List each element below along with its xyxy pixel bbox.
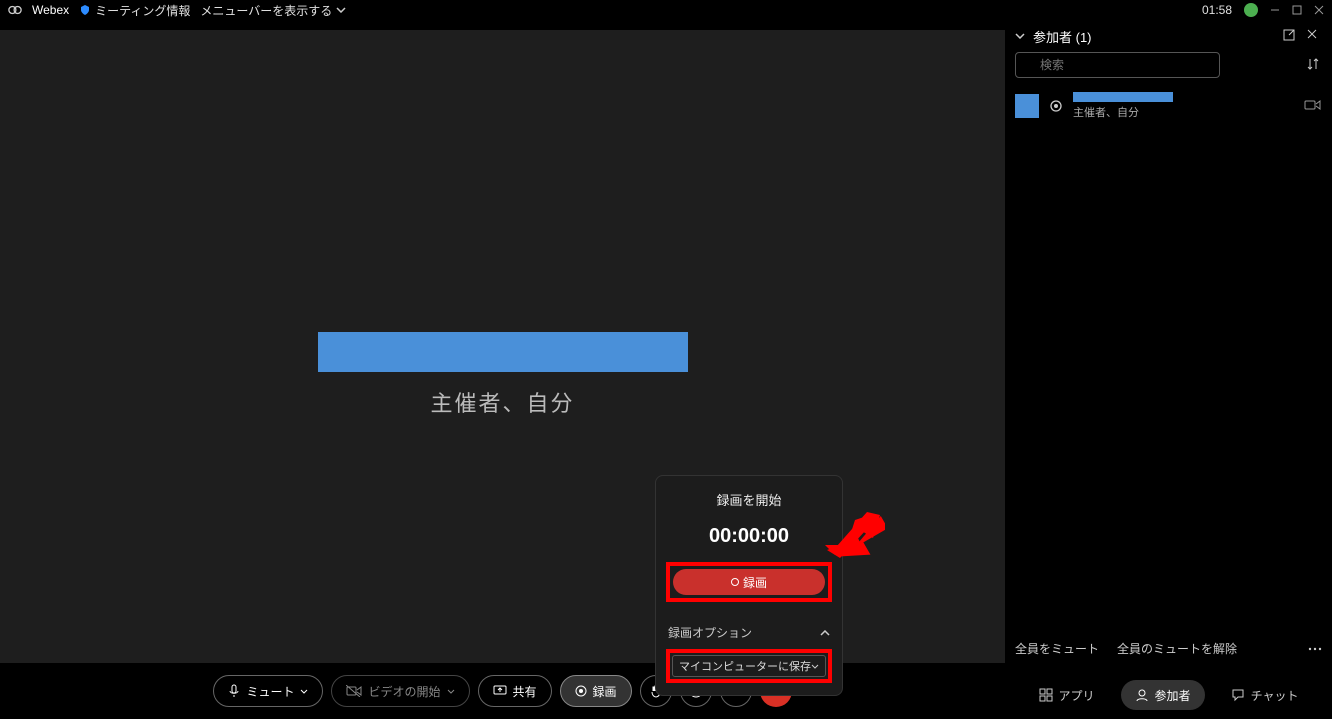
chevron-down-icon bbox=[300, 689, 308, 694]
video-off-icon bbox=[346, 685, 362, 697]
sort-icon[interactable] bbox=[1306, 57, 1322, 73]
tab-chat[interactable]: チャット bbox=[1217, 680, 1313, 710]
tab-participants[interactable]: 参加者 bbox=[1121, 680, 1205, 710]
mute-all-button[interactable]: 全員をミュート bbox=[1015, 640, 1099, 657]
unmute-all-button[interactable]: 全員のミュートを解除 bbox=[1117, 640, 1237, 657]
record-dot-icon bbox=[731, 578, 739, 586]
record-icon bbox=[575, 685, 587, 697]
mute-label: ミュート bbox=[246, 683, 294, 700]
participant-name-redacted bbox=[318, 332, 688, 372]
close-button[interactable] bbox=[1314, 5, 1324, 15]
more-icon[interactable] bbox=[1308, 647, 1322, 651]
clock: 01:58 bbox=[1202, 3, 1232, 17]
annotation-highlight-record: 録画 bbox=[666, 562, 832, 602]
meeting-info-button[interactable]: ミーティング情報 bbox=[79, 2, 190, 19]
minimize-button[interactable] bbox=[1270, 5, 1280, 15]
share-icon bbox=[493, 685, 507, 697]
shield-icon bbox=[79, 4, 91, 16]
meeting-info-label: ミーティング情報 bbox=[95, 2, 190, 19]
video-label: ビデオの開始 bbox=[368, 683, 440, 700]
side-tabs: アプリ 参加者 チャット bbox=[1005, 671, 1332, 719]
meeting-toolbar: ミュート ビデオの開始 共有 録画 bbox=[0, 663, 1005, 719]
tab-apps[interactable]: アプリ bbox=[1025, 680, 1109, 710]
record-timer: 00:00:00 bbox=[666, 525, 832, 548]
chat-icon bbox=[1231, 688, 1245, 702]
annotation-arrow-icon bbox=[825, 510, 885, 560]
webex-logo-icon bbox=[8, 3, 22, 17]
camera-off-icon bbox=[1304, 99, 1322, 113]
maximize-button[interactable] bbox=[1292, 5, 1302, 15]
chevron-up-icon bbox=[820, 630, 830, 636]
apps-icon bbox=[1039, 688, 1053, 702]
avatar bbox=[1015, 94, 1039, 118]
participants-icon bbox=[1135, 688, 1149, 702]
participants-title: 参加者 (1) bbox=[1033, 27, 1092, 46]
share-button[interactable]: 共有 bbox=[478, 675, 552, 707]
chevron-down-icon[interactable] bbox=[1015, 33, 1025, 39]
close-panel-icon[interactable] bbox=[1306, 28, 1322, 44]
participant-name-redacted bbox=[1073, 92, 1173, 102]
record-options-header[interactable]: 録画オプション bbox=[666, 620, 832, 649]
participant-role: 主催者、自分 bbox=[1073, 104, 1294, 120]
tab-participants-label: 参加者 bbox=[1155, 687, 1191, 704]
chevron-down-icon bbox=[447, 689, 455, 694]
mute-button[interactable]: ミュート bbox=[213, 675, 323, 707]
tab-chat-label: チャット bbox=[1251, 687, 1299, 704]
participants-search-row bbox=[1005, 52, 1332, 86]
start-record-label: 録画 bbox=[743, 574, 767, 591]
mute-controls: 全員をミュート 全員のミュートを解除 bbox=[1005, 640, 1332, 671]
popout-icon[interactable] bbox=[1282, 28, 1298, 44]
share-label: 共有 bbox=[513, 683, 537, 700]
video-stage-container: 主催者、自分 ミュート ビデオの開始 共有 録画 bbox=[0, 20, 1005, 719]
record-popup-title: 録画を開始 bbox=[666, 490, 832, 509]
record-popup: 録画を開始 00:00:00 録画 録画オプション マイコンピューターに保存 bbox=[655, 475, 843, 696]
tab-apps-label: アプリ bbox=[1059, 687, 1095, 704]
app-name: Webex bbox=[32, 3, 69, 17]
record-save-location-select[interactable]: マイコンピューターに保存 bbox=[672, 655, 826, 677]
self-label: 主催者、自分 bbox=[430, 386, 574, 418]
mic-icon bbox=[228, 684, 240, 698]
record-save-location-value: マイコンピューターに保存 bbox=[679, 658, 811, 674]
menubar-toggle-label: メニューバーを表示する bbox=[200, 2, 332, 19]
host-icon bbox=[1049, 99, 1063, 113]
record-label: 録画 bbox=[593, 683, 617, 700]
status-indicator-icon bbox=[1244, 3, 1258, 17]
annotation-highlight-select: マイコンピューターに保存 bbox=[666, 649, 832, 683]
participants-search-input[interactable] bbox=[1015, 52, 1220, 78]
chevron-down-icon bbox=[336, 7, 346, 13]
start-record-button[interactable]: 録画 bbox=[673, 569, 825, 595]
participant-row[interactable]: 主催者、自分 bbox=[1005, 86, 1332, 126]
participants-panel: 参加者 (1) 主催者、自分 全員をミュート 全員のミュートを解除 アプリ bbox=[1005, 20, 1332, 719]
record-button[interactable]: 録画 bbox=[560, 675, 632, 707]
video-stage: 主催者、自分 bbox=[0, 30, 1005, 719]
titlebar: Webex ミーティング情報 メニューバーを表示する 01:58 bbox=[0, 0, 1332, 20]
chevron-down-icon bbox=[811, 664, 819, 669]
video-button[interactable]: ビデオの開始 bbox=[331, 675, 469, 707]
menubar-toggle[interactable]: メニューバーを表示する bbox=[200, 2, 346, 19]
participants-panel-header: 参加者 (1) bbox=[1005, 20, 1332, 52]
record-options-label: 録画オプション bbox=[668, 624, 752, 641]
